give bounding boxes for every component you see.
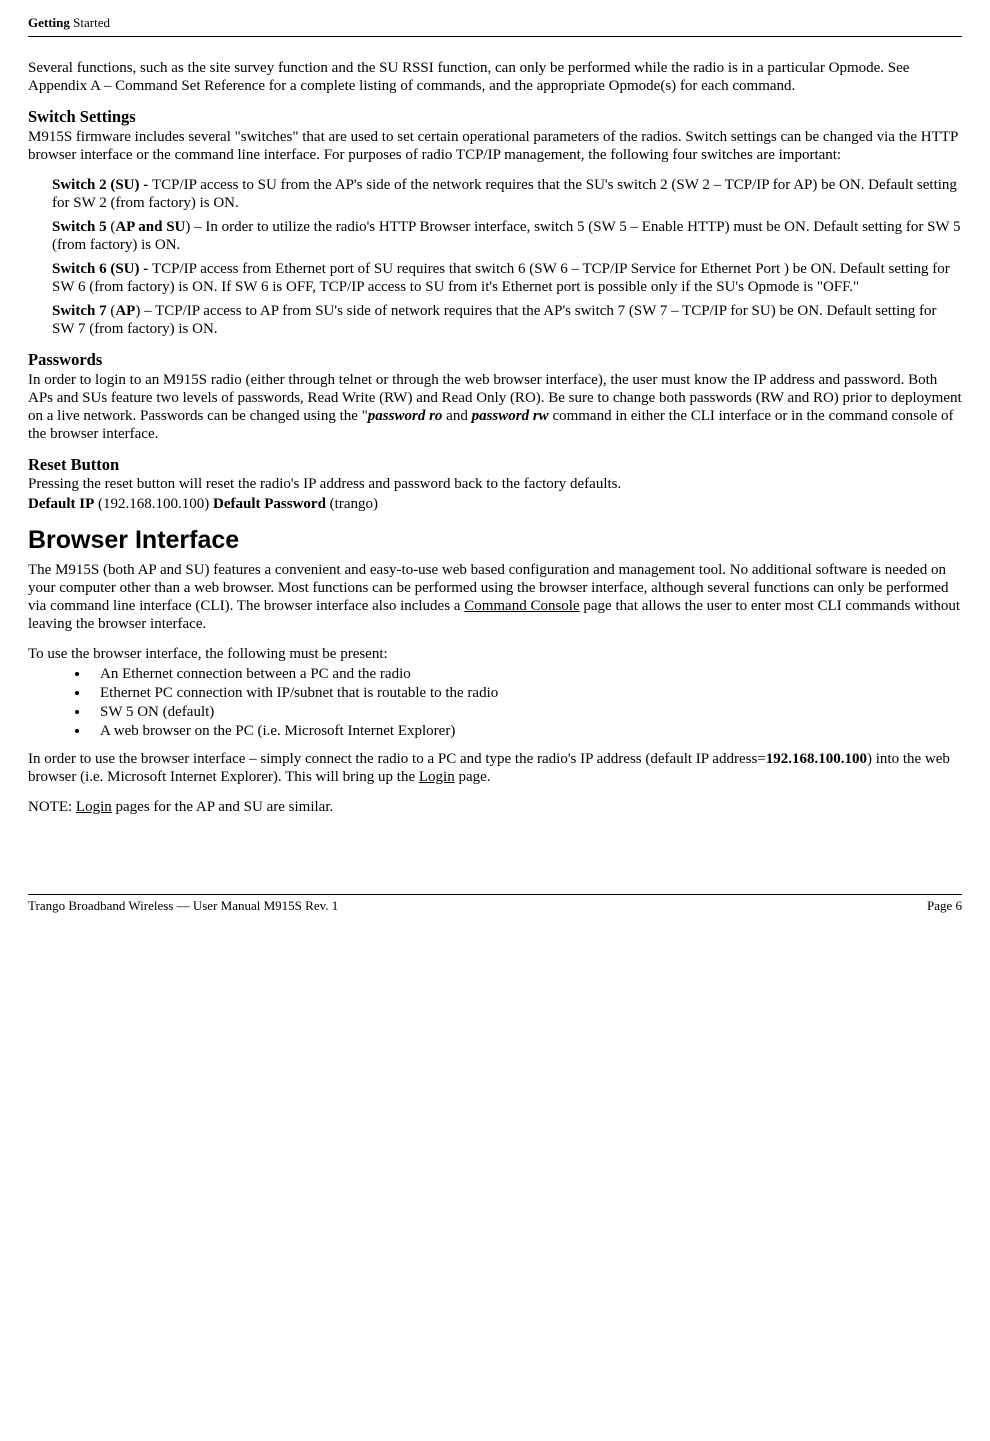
- note-pre: NOTE:: [28, 799, 76, 815]
- passwords-heading: Passwords: [28, 350, 962, 370]
- switch-item: Switch 6 (SU) - TCP/IP access from Ether…: [52, 260, 962, 296]
- page-header: Getting Started: [28, 14, 962, 37]
- switch-item: Switch 2 (SU) - TCP/IP access to SU from…: [52, 176, 962, 212]
- header-section-bold: Getting: [28, 15, 70, 30]
- reset-heading: Reset Button: [28, 455, 962, 475]
- password-ro-cmd: password ro: [368, 408, 443, 424]
- note-post: pages for the AP and SU are similar.: [112, 799, 333, 815]
- login-link-note: Login: [76, 799, 112, 815]
- reset-line1: Pressing the reset button will reset the…: [28, 475, 962, 493]
- default-pw-label: Default Password: [213, 496, 326, 512]
- switch-label: Switch 7: [52, 303, 110, 319]
- list-item: SW 5 ON (default): [90, 703, 962, 721]
- switch-item: Switch 7 (AP) – TCP/IP access to AP from…: [52, 302, 962, 338]
- switch-text: – TCP/IP access to AP from SU's side of …: [52, 303, 937, 337]
- login-link: Login: [419, 769, 455, 785]
- switch-label-paren: (AP and SU): [110, 219, 190, 235]
- switch-label: Switch 5: [52, 219, 110, 235]
- passwords-mid: and: [442, 408, 471, 424]
- switch-text: TCP/IP access from Ethernet port of SU r…: [52, 261, 950, 295]
- page-footer: Trango Broadband Wireless — User Manual …: [28, 894, 962, 914]
- intro-paragraph: Several functions, such as the site surv…: [28, 59, 962, 95]
- header-divider: [28, 36, 962, 37]
- default-pw-value: (trango): [326, 496, 378, 512]
- switch-settings-intro: M915S firmware includes several "switche…: [28, 128, 962, 164]
- command-console-link: Command Console: [464, 598, 579, 614]
- switch-settings-heading: Switch Settings: [28, 107, 962, 127]
- browser-p1: The M915S (both AP and SU) features a co…: [28, 561, 962, 633]
- browser-reqs-intro: To use the browser interface, the follow…: [28, 645, 962, 663]
- default-ip-label: Default IP: [28, 496, 94, 512]
- browser-note: NOTE: Login pages for the AP and SU are …: [28, 798, 962, 816]
- header-section-rest: Started: [70, 15, 110, 30]
- browser-interface-heading: Browser Interface: [28, 525, 962, 555]
- browser-p2-pre: In order to use the browser interface – …: [28, 751, 766, 767]
- footer-left: Trango Broadband Wireless — User Manual …: [28, 898, 338, 914]
- switch-item: Switch 5 (AP and SU) – In order to utili…: [52, 218, 962, 254]
- switch-text: TCP/IP access to SU from the AP's side o…: [52, 177, 957, 211]
- switch-label: Switch 2 (SU) -: [52, 177, 152, 193]
- default-ip-value: (192.168.100.100): [94, 496, 213, 512]
- passwords-paragraph: In order to login to an M915S radio (eit…: [28, 371, 962, 443]
- browser-reqs-list: An Ethernet connection between a PC and …: [28, 665, 962, 740]
- list-item: Ethernet PC connection with IP/subnet th…: [90, 684, 962, 702]
- footer-divider: [28, 894, 962, 895]
- switch-label-paren: (AP): [110, 303, 140, 319]
- list-item: An Ethernet connection between a PC and …: [90, 665, 962, 683]
- footer-page-number: Page 6: [927, 898, 962, 914]
- password-rw-cmd: password rw: [472, 408, 549, 424]
- browser-p2: In order to use the browser interface – …: [28, 750, 962, 786]
- list-item: A web browser on the PC (i.e. Microsoft …: [90, 722, 962, 740]
- browser-p2-post: page.: [455, 769, 491, 785]
- switch-label: Switch 6 (SU) -: [52, 261, 152, 277]
- reset-defaults: Default IP (192.168.100.100) Default Pas…: [28, 495, 962, 513]
- default-ip-inline: 192.168.100.100: [766, 751, 867, 767]
